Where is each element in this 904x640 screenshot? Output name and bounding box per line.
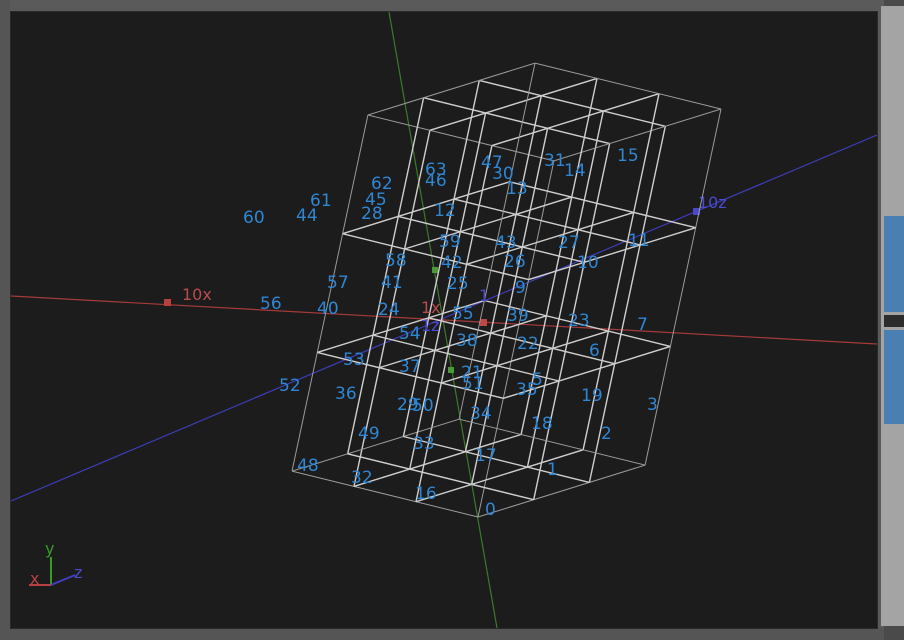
vertex-label: 17 <box>475 446 497 466</box>
vertex-label: 43 <box>495 233 517 253</box>
vertex-label: 55 <box>452 304 474 324</box>
scrollbar-divider <box>882 312 904 330</box>
vertex-label: 53 <box>343 350 365 370</box>
vertex-label: 62 <box>371 174 393 194</box>
y-marker-upper <box>432 267 438 273</box>
origin-y-label: 1 <box>479 286 489 305</box>
vertex-label: 25 <box>447 274 469 294</box>
vertex-label: 14 <box>564 161 586 181</box>
vertex-label: 36 <box>335 384 357 404</box>
vertex-label: 49 <box>358 424 380 444</box>
vertex-label: 58 <box>385 251 407 271</box>
origin-x-marker <box>480 319 487 326</box>
vertex-label: 50 <box>412 396 434 416</box>
vertex-label: 10 <box>577 253 599 273</box>
vertex-label: 48 <box>297 456 319 476</box>
vertex-label: 35 <box>516 380 538 400</box>
vertex-label: 33 <box>413 434 435 454</box>
vertex-label: 18 <box>531 414 553 434</box>
x-axis-marker <box>164 299 171 306</box>
vertex-label: 26 <box>504 252 526 272</box>
vertex-label: 24 <box>378 300 400 320</box>
vertex-label: 22 <box>517 334 539 354</box>
vertex-label: 9 <box>515 278 526 298</box>
vertex-label: 41 <box>381 273 403 293</box>
wireframe-cube <box>291 62 722 518</box>
vertex-label: 40 <box>317 299 339 319</box>
vertex-label: 37 <box>399 357 421 377</box>
vertex-label: 34 <box>470 404 492 424</box>
left-edge <box>0 0 10 640</box>
vertex-label: 31 <box>544 151 566 171</box>
bottom-edge <box>0 628 884 640</box>
scene-canvas[interactable]: 10x 10z 01235679101112131415161718192122… <box>11 12 877 628</box>
vertex-label: 0 <box>485 500 496 520</box>
vertex-label: 23 <box>568 311 590 331</box>
vertex-label: 47 <box>481 153 503 173</box>
origin-x-label: 1x <box>421 298 441 317</box>
vertex-label: 61 <box>310 191 332 211</box>
vertex-label: 3 <box>647 395 658 415</box>
vertex-label: 27 <box>558 233 580 253</box>
vertex-label: 38 <box>456 331 478 351</box>
vertex-labels: 0123567910111213141516171819212223242526… <box>243 146 658 520</box>
vertex-label: 15 <box>617 146 639 166</box>
vertex-label: 51 <box>462 374 484 394</box>
vertex-label: 54 <box>399 324 421 344</box>
scrollbar-thumb-upper[interactable] <box>884 216 904 312</box>
vertex-label: 2 <box>601 424 612 444</box>
vertex-label: 1 <box>547 460 558 480</box>
3d-viewport[interactable]: 10x 10z 0 1 2 3 5 6 7 9 10 11 12 13 14 15 16 17 18 19 21 22… <box>10 11 878 629</box>
x-axis-label: 10x <box>182 285 212 304</box>
scrollbar-thumb-lower[interactable] <box>884 330 904 424</box>
orientation-gizmo: y z x <box>29 539 82 588</box>
vertex-label: 39 <box>507 306 529 326</box>
vertex-label: 19 <box>581 386 603 406</box>
vertex-label: 7 <box>637 315 648 335</box>
gizmo-y-label: y <box>45 539 54 558</box>
x-axis-line <box>11 295 877 345</box>
vertex-label: 6 <box>589 341 600 361</box>
gizmo-z-label: z <box>74 563 82 582</box>
vertex-label: 60 <box>243 208 265 228</box>
vertex-label: 12 <box>434 201 456 221</box>
vertex-label: 16 <box>415 484 437 504</box>
vertex-label: 57 <box>327 273 349 293</box>
vertex-label: 63 <box>425 160 447 180</box>
origin-z-label: 1z <box>421 316 440 335</box>
vertex-label: 52 <box>279 376 301 396</box>
y-marker-lower <box>448 367 454 373</box>
vertex-label: 11 <box>628 231 650 251</box>
vertex-label: 59 <box>439 232 461 252</box>
vertex-label: 32 <box>351 468 373 488</box>
vertex-label: 42 <box>441 253 463 273</box>
gizmo-x-label: x <box>30 569 39 588</box>
vertex-label: 56 <box>260 294 282 314</box>
